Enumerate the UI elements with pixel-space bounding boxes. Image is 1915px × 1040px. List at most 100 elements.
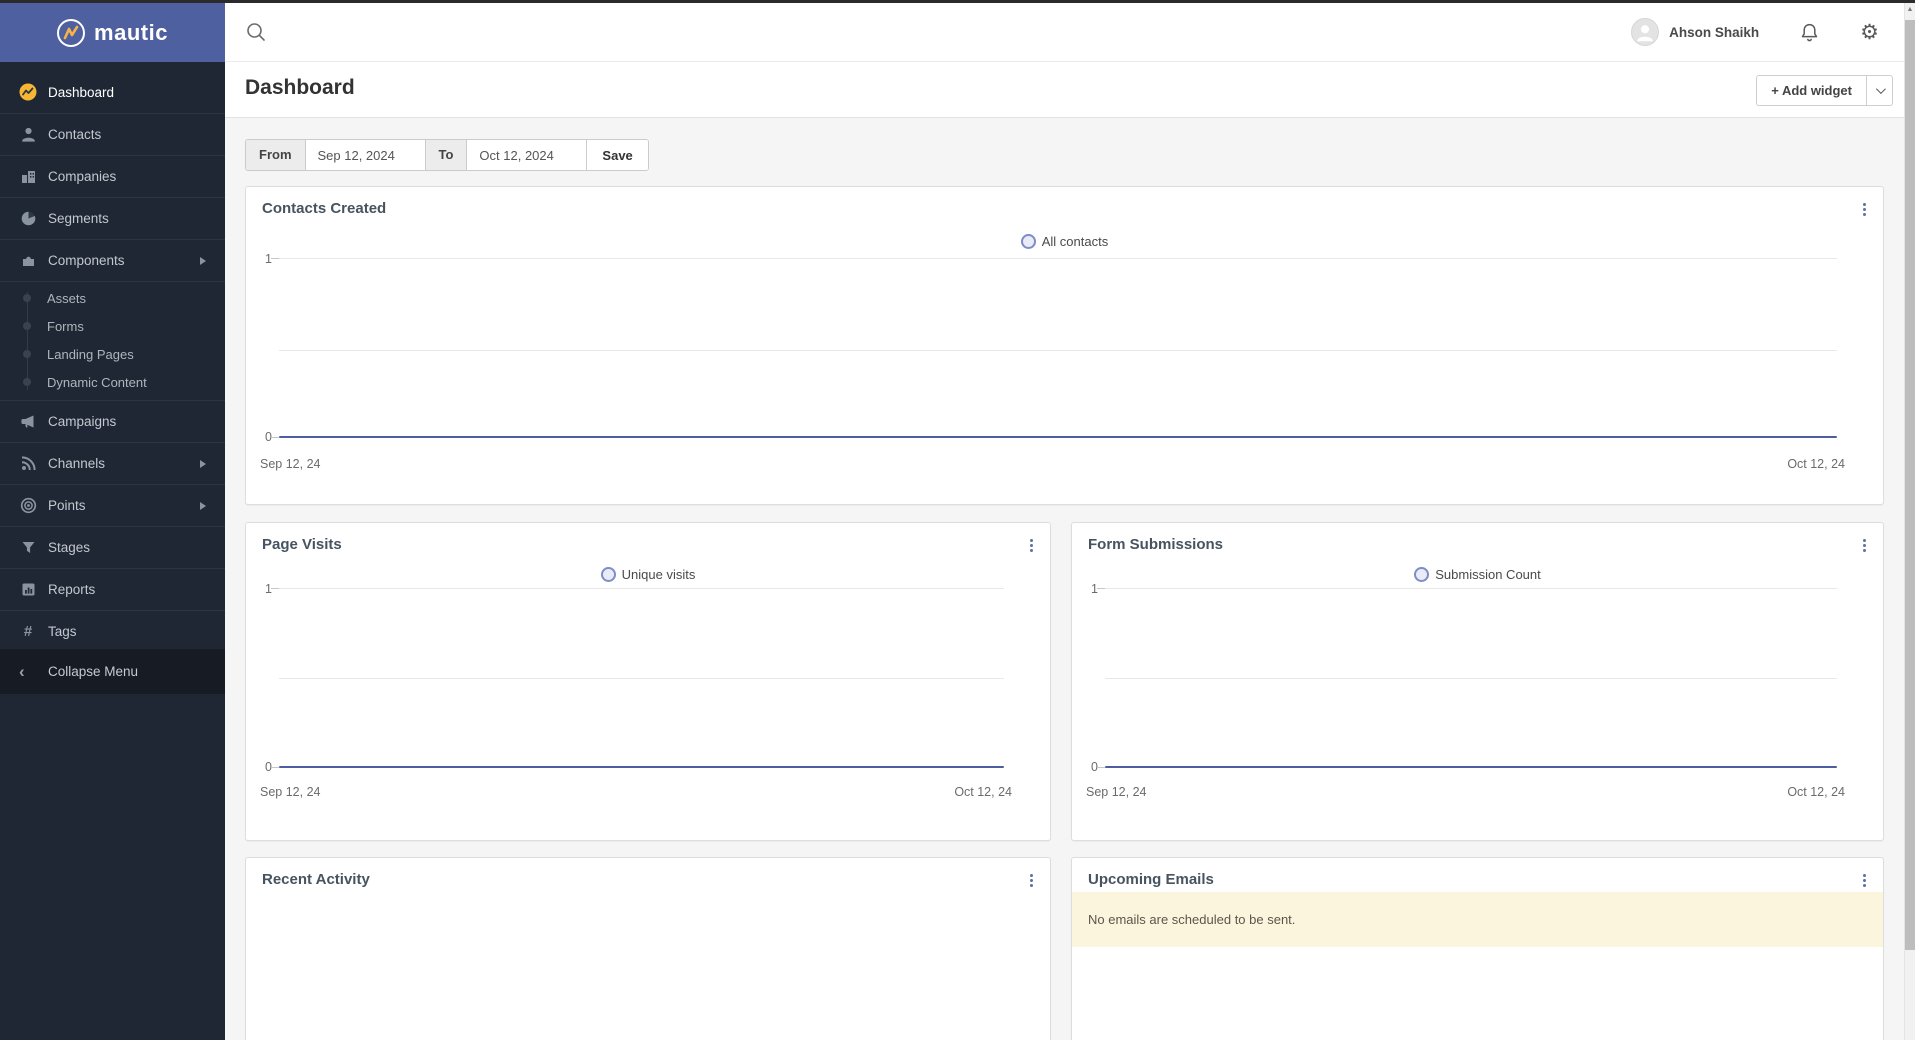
scrollbar-up-arrow[interactable]: ▲ [1905,6,1915,13]
sidebar-subitem-label: Landing Pages [47,347,134,362]
date-range-filter: From To Save [245,139,649,171]
points-icon [19,497,37,515]
sidebar-item-companies[interactable]: Companies [0,155,225,197]
sidebar-item-dashboard[interactable]: Dashboard [0,71,225,113]
sidebar-item-label: Points [48,498,86,513]
widget-menu-icon[interactable] [1028,537,1035,554]
components-submenu: Assets Forms Landing Pages Dynamic Conte… [0,281,225,400]
widget-menu-icon[interactable] [1861,201,1868,218]
sidebar-item-channels[interactable]: Channels [0,442,225,484]
chart-line-submission-count [1105,766,1837,768]
axis-tick-mark [271,767,279,768]
campaigns-icon [19,413,37,431]
sidebar: mautic Dashboard Contacts Companies Se [0,3,225,1040]
widget-menu-icon[interactable] [1861,537,1868,554]
date-to-input[interactable] [466,140,586,170]
x-axis-tick: Sep 12, 24 [1086,785,1146,799]
chart-line-all-contacts [279,436,1837,438]
segments-icon [19,210,37,228]
sidebar-item-segments[interactable]: Segments [0,197,225,239]
y-axis-tick: 0 [246,760,272,774]
sidebar-item-campaigns[interactable]: Campaigns [0,400,225,442]
sidebar-item-label: Dashboard [48,85,114,100]
sidebar-item-reports[interactable]: Reports [0,568,225,610]
sidebar-item-label: Channels [48,456,105,471]
widget-menu-icon[interactable] [1028,872,1035,889]
sidebar-item-label: Segments [48,211,109,226]
chevron-right-icon [199,459,207,469]
mautic-logo-icon [57,19,85,47]
widget-title: Form Submissions [1088,536,1223,553]
sidebar-item-contacts[interactable]: Contacts [0,113,225,155]
bullet-icon [23,322,31,330]
x-axis-tick: Oct 12, 24 [954,785,1012,799]
sidebar-item-assets[interactable]: Assets [0,284,225,312]
components-icon [19,252,37,270]
widget-recent-activity: Recent Activity [245,857,1051,1040]
settings-gear-icon[interactable]: ⚙ [1860,22,1879,43]
y-axis-tick: 1 [1072,582,1098,596]
axis-tick-mark [271,437,279,438]
sidebar-item-forms[interactable]: Forms [0,312,225,340]
chart-legend[interactable]: Unique visits [246,567,1050,582]
mautic-logo-text: mautic [94,20,168,46]
sidebar-item-components[interactable]: Components [0,239,225,281]
gridline [279,678,1004,679]
tags-icon: # [19,623,37,641]
add-widget-dropdown-button[interactable] [1866,75,1893,106]
user-cluster: Ahson Shaikh ⚙ [1631,3,1879,61]
mautic-logo[interactable]: mautic [0,3,225,62]
vertical-scrollbar[interactable]: ▲ [1904,3,1915,1040]
gridline [1105,678,1837,679]
to-label: To [425,140,467,170]
axis-tick-mark [271,588,279,589]
chevron-right-icon [199,501,207,511]
sidebar-item-label: Components [48,253,125,268]
contacts-icon [19,126,37,144]
user-name[interactable]: Ahson Shaikh [1669,25,1759,40]
sidebar-subitem-label: Forms [47,319,84,334]
widget-title: Contacts Created [262,200,386,217]
axis-tick-mark [1097,588,1105,589]
sidebar-item-label: Stages [48,540,90,555]
save-button[interactable]: Save [586,140,647,170]
stages-icon [19,539,37,557]
widget-menu-icon[interactable] [1861,872,1868,889]
legend-label: Submission Count [1435,567,1541,582]
bullet-icon [23,378,31,386]
x-axis-tick: Oct 12, 24 [1787,457,1845,471]
notifications-bell-icon[interactable] [1799,22,1820,43]
search-icon[interactable] [245,21,267,43]
scrollbar-thumb[interactable] [1905,20,1915,950]
gridline [279,350,1837,351]
bullet-icon [23,294,31,302]
widget-page-visits: Page Visits Unique visits 1 0 Sep 12, 24… [245,522,1051,841]
add-widget-button[interactable]: + Add widget [1756,75,1866,106]
legend-label: All contacts [1042,234,1108,249]
chart-legend[interactable]: All contacts [246,234,1883,249]
chart-legend[interactable]: Submission Count [1072,567,1883,582]
widget-title: Page Visits [262,536,342,553]
sidebar-item-label: Reports [48,582,95,597]
sidebar-item-label: Tags [48,624,77,639]
legend-point-icon [1021,234,1036,249]
date-from-input[interactable] [305,140,425,170]
widget-title: Upcoming Emails [1088,871,1214,888]
sidebar-item-points[interactable]: Points [0,484,225,526]
sidebar-item-tags[interactable]: # Tags [0,610,225,652]
chevron-right-icon [199,256,207,266]
y-axis-tick: 0 [246,430,272,444]
window-top-edge [0,0,1915,3]
chevron-down-icon [1876,84,1886,94]
sidebar-nav: Dashboard Contacts Companies Segments Co [0,62,225,652]
sidebar-item-stages[interactable]: Stages [0,526,225,568]
legend-point-icon [601,567,616,582]
widget-form-submissions: Form Submissions Submission Count 1 0 Se… [1071,522,1884,841]
avatar[interactable] [1631,18,1659,46]
sidebar-item-dynamic-content[interactable]: Dynamic Content [0,368,225,396]
sidebar-item-landing-pages[interactable]: Landing Pages [0,340,225,368]
widget-title: Recent Activity [262,871,370,888]
collapse-menu-button[interactable]: ‹ Collapse Menu [0,648,225,695]
bullet-icon [23,350,31,358]
x-axis-tick: Oct 12, 24 [1787,785,1845,799]
